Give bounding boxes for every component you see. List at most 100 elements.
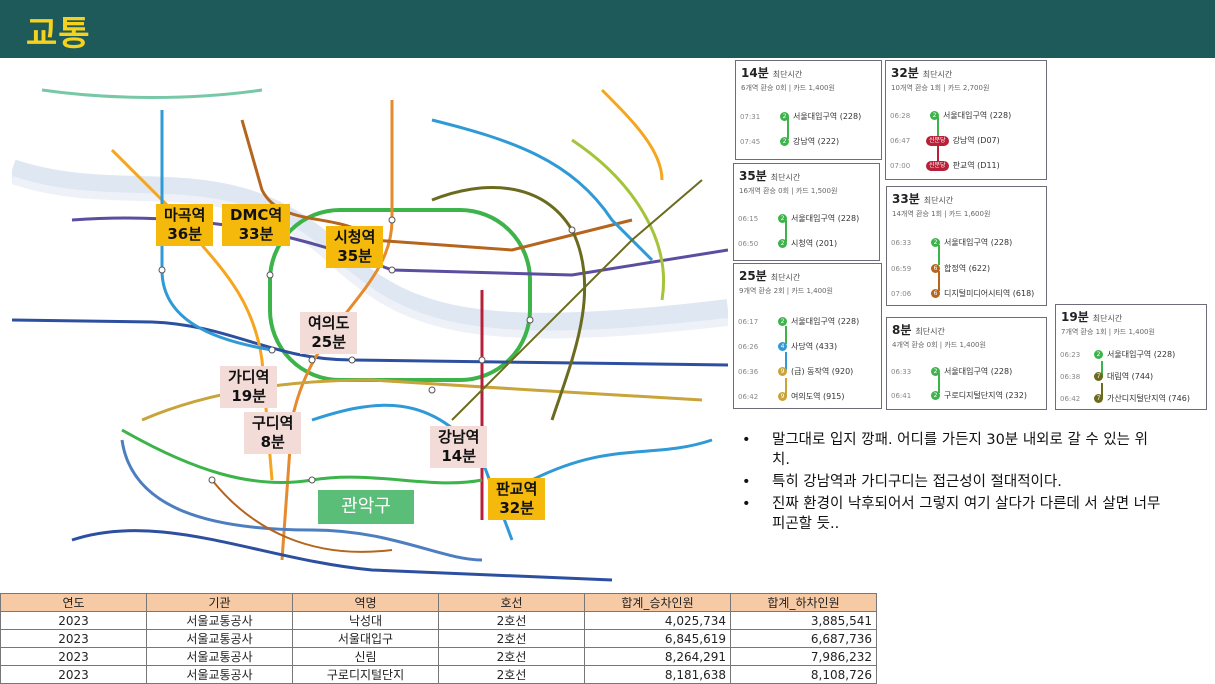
route-card-dmc: 33분 최단시간 14개역 환승 1회 | 카드 1,600원 06:33 2 서울대… [886,186,1047,306]
route-stop: 06:17 2 서울대입구역 (228) [738,317,860,326]
cell-line: 2호선 [438,665,585,684]
table-row: 2023 서울교통공사 구로디지털단지 2호선 8,181,638 8,108,… [0,665,877,684]
cell-boarding: 8,264,291 [584,647,731,666]
cell-station: 서울대입구 [292,629,439,648]
route-stop: 06:41 2 구로디지털단지역 (232) [891,391,1027,400]
route-stop: 06:50 2 시청역 (201) [738,239,838,248]
cell-agency: 서울교통공사 [146,629,293,648]
tag-time: 14분 [441,447,477,465]
tag-station: 구디역 [252,414,294,432]
tag-station: 가디역 [228,368,270,386]
table-row: 2023 서울교통공사 낙성대 2호선 4,025,734 3,885,541 [0,611,877,630]
route-stop: 06:38 7 대림역 (744) [1060,372,1154,381]
table-row: 2023 서울교통공사 신림 2호선 8,264,291 7,986,232 [0,647,877,666]
cell-station: 낙성대 [292,611,439,630]
route-card-gangnam: 14분 최단시간 6개역 환승 0회 | 카드 1,400원 07:31 2 서울대입… [735,60,882,160]
cell-line: 2호선 [438,611,585,630]
cell-boarding: 4,025,734 [584,611,731,630]
route-stop: 06:47 신분당 강남역 (D07) [890,135,1000,146]
route-stop: 07:31 2 서울대입구역 (228) [740,112,862,121]
route-stop: 06:33 2 서울대입구역 (228) [891,238,1013,247]
route-stop: 06:15 2 서울대입구역 (228) [738,214,860,223]
route-stop: 06:28 2 서울대입구역 (228) [890,111,1012,120]
cell-agency: 서울교통공사 [146,611,293,630]
tag-time: 32분 [499,499,535,517]
cell-alighting: 3,885,541 [730,611,877,630]
route-card-title: 19분 최단시간 [1061,310,1123,324]
header-station: 역명 [292,593,439,612]
map-tag-gadi: 가디역 19분 [220,366,278,408]
cell-agency: 서울교통공사 [146,665,293,684]
cell-boarding: 8,181,638 [584,665,731,684]
route-stop: 07:00 신분당 판교역 (D11) [890,160,1000,171]
header-boarding: 합계_승차인원 [584,593,731,612]
route-stop: 06:36 9 (급) 동작역 (920) [738,367,854,376]
map-tag-pangyo: 판교역 32분 [488,478,546,520]
cell-year: 2023 [0,629,147,648]
route-card-cityhall: 35분 최단시간 16개역 환승 0회 | 카드 1,500원 06:15 2 서울대… [733,163,880,261]
tag-time: 8분 [260,433,285,451]
route-card-pangyo: 32분 최단시간 10개역 환승 1회 | 카드 2,700원 06:28 2 서울대… [885,60,1047,180]
tag-time: 33분 [238,225,274,243]
route-stop: 06:26 4 사당역 (433) [738,342,838,351]
gwanak-region-label: 관악구 [318,490,414,524]
map-tag-gudi: 구디역 8분 [244,412,302,454]
tag-time: 36분 [167,225,203,243]
tag-station: DMC역 [230,206,283,224]
cell-year: 2023 [0,647,147,666]
table-header-row: 연도 기관 역명 호선 합계_승차인원 합계_하차인원 [0,593,877,612]
route-summary: 9개역 환승 2회 | 카드 1,400원 [739,287,833,295]
route-summary: 6개역 환승 0회 | 카드 1,400원 [741,84,835,92]
route-stop: 07:45 2 강남역 (222) [740,137,840,146]
route-card-yeouido: 25분 최단시간 9개역 환승 2회 | 카드 1,400원 06:17 2 서울대입… [733,263,882,409]
route-summary: 16개역 환승 0회 | 카드 1,500원 [739,187,838,195]
cell-alighting: 8,108,726 [730,665,877,684]
route-card-title: 33분 최단시간 [892,192,954,206]
tag-station: 판교역 [496,480,538,498]
tag-time: 25분 [311,333,347,351]
cell-alighting: 7,986,232 [730,647,877,666]
cell-line: 2호선 [438,647,585,666]
cell-line: 2호선 [438,629,585,648]
cell-year: 2023 [0,611,147,630]
map-tag-yeouido: 여의도 25분 [300,312,358,354]
route-summary: 7개역 환승 1회 | 카드 1,400원 [1061,328,1155,336]
summary-bullets: 말그대로 입지 깡패. 어디를 가든지 30분 내외로 갈 수 있는 위치. 특… [742,430,1162,536]
route-summary: 10개역 환승 1회 | 카드 2,700원 [891,84,990,92]
cell-station: 신림 [292,647,439,666]
route-card-title: 35분 최단시간 [739,169,801,183]
tag-time: 35분 [337,247,373,265]
header-line: 호선 [438,593,585,612]
bullet-item: 말그대로 입지 깡패. 어디를 가든지 30분 내외로 갈 수 있는 위치. [742,430,1162,470]
route-summary: 14개역 환승 1회 | 카드 1,600원 [892,210,991,218]
ridership-table: 연도 기관 역명 호선 합계_승차인원 합계_하차인원 2023 서울교통공사 … [0,593,877,684]
map-tag-magok: 마곡역 36분 [156,204,214,246]
map-tag-gangnam: 강남역 14분 [430,426,488,468]
route-card-title: 8분 최단시간 [892,323,945,337]
tag-station: 마곡역 [164,206,206,224]
cell-year: 2023 [0,665,147,684]
route-card-gadi: 19분 최단시간 7개역 환승 1회 | 카드 1,400원 06:23 2 서울대입… [1055,304,1207,410]
header-agency: 기관 [146,593,293,612]
header-alighting: 합계_하차인원 [730,593,877,612]
page-title: 교통 [26,14,91,54]
title-bar: 교통 [0,0,1215,58]
tag-station: 여의도 [308,314,350,332]
subway-map: 마곡역 36분 DMC역 33분 시청역 35분 여의도 25분 가디역 19분… [12,60,728,590]
bullet-item: 진짜 환경이 낙후되어서 그렇지 여기 살다가 다른데 서 살면 너무 피곤할 … [742,494,1162,534]
cell-boarding: 6,845,619 [584,629,731,648]
route-card-title: 14분 최단시간 [741,66,803,80]
cell-alighting: 6,687,736 [730,629,877,648]
bullet-item: 특히 강남역과 가디구디는 접근성이 절대적이다. [742,472,1162,492]
header-year: 연도 [0,593,147,612]
tag-station: 강남역 [438,428,480,446]
map-tag-dmc: DMC역 33분 [222,204,291,246]
route-card-title: 32분 최단시간 [891,66,953,80]
map-tag-cityhall: 시청역 35분 [326,226,384,268]
route-summary: 4개역 환승 0회 | 카드 1,400원 [892,341,986,349]
route-stop: 07:06 6 디지털미디어시티역 (618) [891,289,1035,298]
route-card-title: 25분 최단시간 [739,269,801,283]
route-stop: 06:23 2 서울대입구역 (228) [1060,350,1176,359]
table-row: 2023 서울교통공사 서울대입구 2호선 6,845,619 6,687,73… [0,629,877,648]
cell-station: 구로디지털단지 [292,665,439,684]
